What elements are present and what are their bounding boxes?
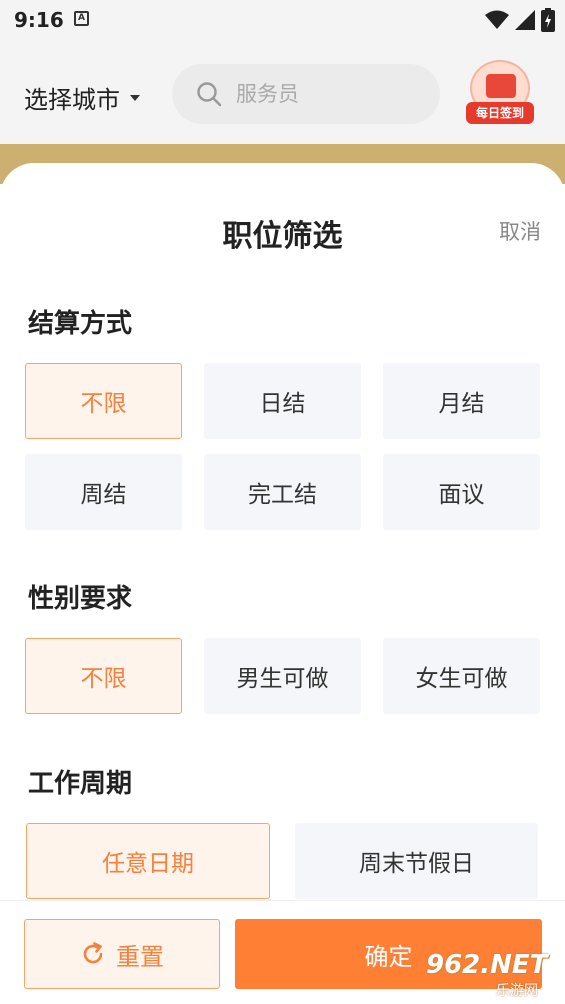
caret-down-icon [130,94,140,101]
daily-checkin-button[interactable]: 每日签到 [466,60,536,128]
option-settlement-any[interactable]: 不限 [25,363,182,439]
option-settlement-negotiable[interactable]: 面议 [383,454,540,530]
watermark-sub-text: 乐游网 [496,983,538,999]
option-gender-male[interactable]: 男生可做 [204,638,361,714]
search-icon [197,82,222,107]
signal-icon [515,10,535,30]
sheet-title: 职位筛选 [222,219,343,254]
watermark-main-text: 962.NET [426,950,548,980]
option-gender-female[interactable]: 女生可做 [383,638,540,714]
notification-icon: A [74,11,89,26]
search-input[interactable] [236,82,426,106]
filter-sheet: 职位筛选 取消 结算方式 不限 日结 月结 周结 完工结 面议 性别要求 不限 … [0,163,565,1004]
option-period-weekend-holiday[interactable]: 周末节假日 [295,823,538,899]
app-header: 选择城市 每日签到 [0,40,565,160]
gift-icon [486,74,516,98]
reset-label: 重置 [116,942,164,971]
option-period-any-date[interactable]: 任意日期 [26,823,270,899]
battery-icon [541,8,555,32]
section-title-settlement: 结算方式 [28,309,133,339]
option-gender-any[interactable]: 不限 [25,638,182,714]
reset-button[interactable]: 重置 [24,919,220,989]
section-title-gender: 性别要求 [28,584,133,614]
checkin-label: 每日签到 [466,102,534,124]
option-settlement-on-completion[interactable]: 完工结 [204,454,361,530]
city-selector[interactable]: 选择城市 [24,80,140,115]
option-settlement-daily[interactable]: 日结 [204,363,361,439]
refresh-icon [83,942,103,964]
status-bar: 9:16 A [0,0,565,40]
option-settlement-weekly[interactable]: 周结 [25,454,182,530]
status-time: 9:16 [14,8,64,32]
city-label: 选择城市 [24,86,120,114]
section-title-work-period: 工作周期 [28,769,133,799]
option-settlement-monthly[interactable]: 月结 [383,363,540,439]
wifi-icon [485,10,509,29]
status-icons [485,8,555,32]
watermark-logo: 962.NET 乐游网 [426,950,560,1000]
cancel-button[interactable]: 取消 [499,216,541,246]
search-bar[interactable] [172,64,440,124]
